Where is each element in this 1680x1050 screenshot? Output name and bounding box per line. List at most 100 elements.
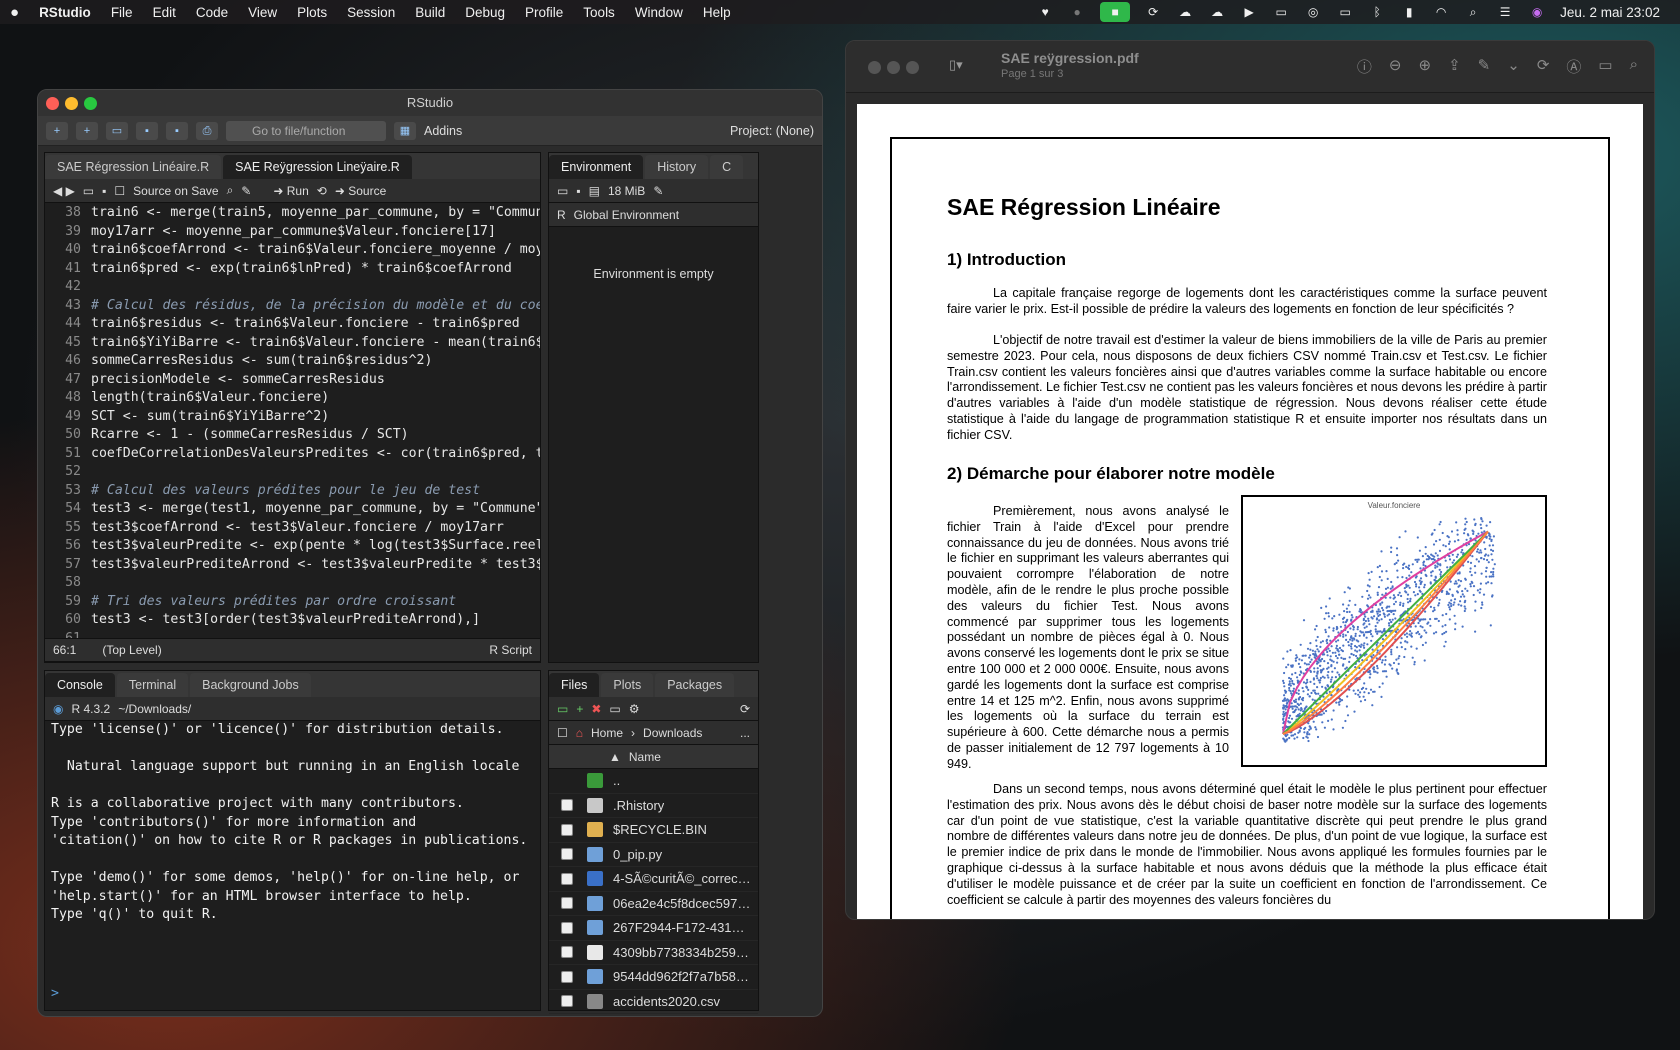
apple-menu-icon[interactable]: ●	[0, 4, 29, 21]
menu-plots[interactable]: Plots	[287, 5, 337, 20]
markup-pen-icon[interactable]: ✎	[1478, 56, 1491, 77]
open-file-icon[interactable]: ▭	[106, 121, 128, 140]
save-file-icon[interactable]: ▪	[102, 184, 106, 198]
share-icon[interactable]: ⇪	[1448, 56, 1461, 77]
file-checkbox[interactable]	[561, 872, 573, 885]
code-line[interactable]: 53 # Calcul des valeurs prédites pour le …	[45, 482, 540, 501]
cloud-upload-icon[interactable]: ☁	[1208, 5, 1226, 19]
window-icon[interactable]: ▭	[1272, 5, 1290, 19]
file-row[interactable]: 4-SÃ©curitÃ©_correc…	[549, 867, 758, 892]
code-line[interactable]: 49 SCT <- sum(train6$YiYiBarre^2)	[45, 408, 540, 427]
tab-packages[interactable]: Packages	[655, 673, 735, 697]
sidebar-toggle-icon[interactable]: ▯▾	[949, 57, 963, 73]
scope-selector[interactable]: (Top Level)	[102, 643, 161, 657]
file-name[interactable]: .Rhistory	[613, 798, 664, 813]
code-line[interactable]: 59 # Tri des valeurs prédites par ordre c…	[45, 593, 540, 612]
file-row[interactable]: 06ea2e4c5f8dcec597…	[549, 892, 758, 916]
menu-help[interactable]: Help	[693, 5, 741, 20]
source-on-save-checkbox[interactable]: ☐	[114, 184, 125, 198]
more-path-button[interactable]: ...	[740, 726, 750, 740]
new-file-icon[interactable]: +	[46, 121, 68, 140]
bluetooth-icon[interactable]: ᛒ	[1368, 5, 1386, 19]
pdf-page[interactable]: SAE Régression Linéaire 1) Introduction …	[857, 104, 1643, 919]
file-name[interactable]: 4309bb7738334b259…	[613, 945, 749, 960]
code-line[interactable]: 47 precisionModele <- sommeCarresResidus	[45, 371, 540, 390]
save-icon[interactable]: ▪	[136, 121, 158, 140]
broom-icon[interactable]: ✎	[653, 184, 663, 198]
annotate-icon[interactable]: Ⓐ	[1566, 56, 1581, 77]
file-row[interactable]: $RECYCLE.BIN	[549, 818, 758, 843]
file-checkbox[interactable]	[561, 921, 573, 934]
menu-edit[interactable]: Edit	[143, 5, 186, 20]
circle-icon[interactable]: ●	[1068, 5, 1086, 19]
zoom-out-icon[interactable]: ⊖	[1389, 56, 1402, 77]
chevron-down-icon[interactable]: ⌄	[1507, 56, 1520, 77]
new-folder-icon[interactable]: ▭	[557, 702, 568, 716]
tab-console[interactable]: Console	[45, 673, 115, 697]
minimize-button[interactable]	[887, 61, 900, 74]
save-all-icon[interactable]: ▪	[166, 121, 188, 140]
tab-connections[interactable]: C	[710, 155, 744, 179]
file-checkbox[interactable]	[561, 946, 573, 959]
control-center-icon[interactable]: ☰	[1496, 5, 1514, 19]
import-icon[interactable]: ▤	[589, 184, 600, 198]
delete-icon[interactable]: ✖	[591, 702, 601, 716]
code-editor[interactable]: 38 train6 <- merge(train5, moyenne_par_co…	[45, 203, 540, 641]
files-column-header[interactable]: ▲ Name	[549, 745, 758, 769]
print-icon[interactable]: ⎙	[196, 121, 218, 140]
new-project-icon[interactable]: +	[76, 121, 98, 140]
file-checkbox[interactable]	[561, 995, 573, 1008]
code-line[interactable]: 42	[45, 278, 540, 297]
form-fill-icon[interactable]: ▭	[1598, 56, 1612, 77]
code-line[interactable]: 45 train6$YiYiBarre <- train6$Valeur.fonc…	[45, 334, 540, 353]
goto-file-input[interactable]: Go to file/function	[226, 120, 386, 141]
app-menu[interactable]: RStudio	[29, 5, 101, 20]
find-icon[interactable]: ⌕	[227, 183, 234, 198]
sync-icon[interactable]: ⟳	[1144, 5, 1162, 19]
menu-tools[interactable]: Tools	[573, 5, 625, 20]
code-line[interactable]: 58	[45, 574, 540, 593]
file-name[interactable]: 9544dd962f2f7a7b58…	[613, 969, 749, 984]
close-button[interactable]	[868, 61, 881, 74]
battery-icon[interactable]: ▮	[1400, 5, 1418, 19]
file-name[interactable]: accidents2020.csv	[613, 994, 720, 1009]
language-selector[interactable]: R	[557, 208, 566, 222]
file-row[interactable]: 4309bb7738334b259…	[549, 941, 758, 965]
search-icon[interactable]: ⌕	[1630, 56, 1638, 77]
zoom-in-icon[interactable]: ⊕	[1419, 56, 1432, 77]
file-row[interactable]: accidents2020.csv	[549, 990, 758, 1014]
project-menu[interactable]: Project: (None)	[730, 124, 814, 138]
memory-usage[interactable]: 18 MiB	[608, 184, 645, 198]
file-checkbox[interactable]	[561, 823, 573, 836]
zoom-button[interactable]	[84, 97, 97, 110]
wand-icon[interactable]: ✎	[241, 184, 251, 198]
tab-sae-regression-1[interactable]: SAE Régression Linéaire.R	[45, 155, 222, 179]
minimize-button[interactable]	[65, 97, 78, 110]
file-row[interactable]: 267F2944-F172-431…	[549, 916, 758, 941]
code-line[interactable]: 54 test3 <- merge(test1, moyenne_par_comm…	[45, 500, 540, 519]
zoom-button[interactable]	[906, 61, 919, 74]
siri-icon[interactable]: ◉	[1528, 5, 1546, 19]
file-name[interactable]: $RECYCLE.BIN	[613, 822, 707, 837]
menu-session[interactable]: Session	[337, 5, 405, 20]
select-all-checkbox[interactable]: ☐	[557, 726, 568, 740]
load-workspace-icon[interactable]: ▭	[557, 184, 568, 198]
menu-file[interactable]: File	[101, 5, 143, 20]
code-line[interactable]: 46 sommeCarresResidus <- sum(train6$resid…	[45, 352, 540, 371]
close-button[interactable]	[46, 97, 59, 110]
file-name[interactable]: ..	[613, 773, 620, 788]
file-row[interactable]: .Rhistory	[549, 794, 758, 818]
tab-history[interactable]: History	[645, 155, 709, 179]
code-line[interactable]: 55 test3$coefArrond <- test3$Valeur.fonci…	[45, 519, 540, 538]
heart-icon[interactable]: ♥	[1036, 5, 1054, 19]
more-gear-icon[interactable]: ⚙	[629, 702, 640, 716]
back-icon[interactable]: ◀ ▶	[53, 184, 75, 198]
console-prompt[interactable]: >	[45, 977, 540, 1012]
code-line[interactable]: 41 train6$pred <- exp(train6$lnPred) * tr…	[45, 260, 540, 279]
working-dir[interactable]: ~/Downloads/	[118, 702, 191, 716]
source-button[interactable]: ➜ Source	[335, 184, 386, 198]
code-line[interactable]: 39 moy17arr <- moyenne_par_commune$Valeur…	[45, 223, 540, 242]
code-line[interactable]: 48 length(train6$Valeur.fonciere)	[45, 389, 540, 408]
file-checkbox[interactable]	[561, 848, 573, 861]
menu-window[interactable]: Window	[625, 5, 693, 20]
